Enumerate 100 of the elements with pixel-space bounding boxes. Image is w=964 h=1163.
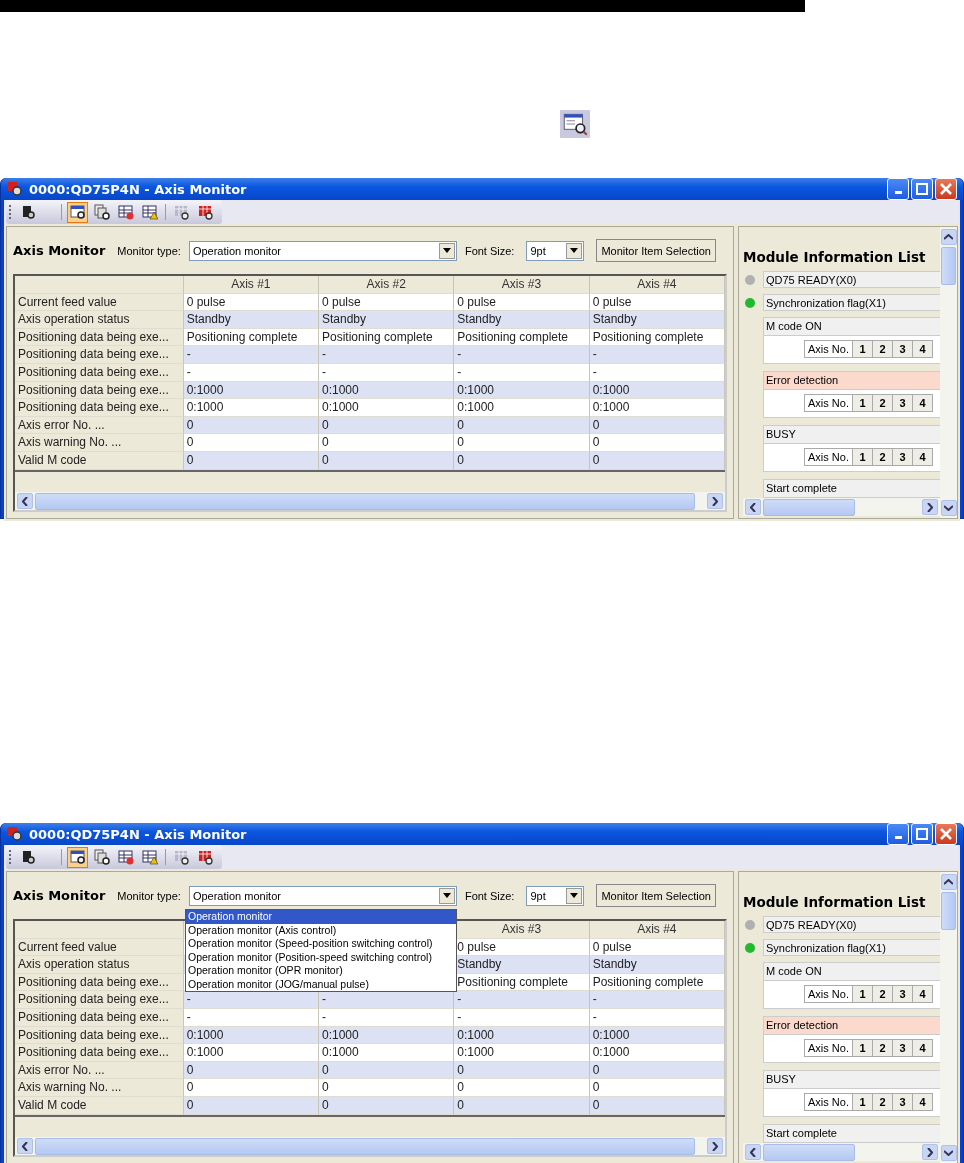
monitor-type-dropdown[interactable]: Operation monitor [188, 885, 457, 906]
minimize-button[interactable] [887, 823, 909, 845]
group-title: Error detection [764, 1017, 940, 1035]
column-header: Axis #2 [319, 276, 455, 294]
table-cell: 0:1000 [589, 1044, 725, 1062]
axis-indicator: 3 [892, 448, 913, 466]
table-cell: - [183, 346, 319, 364]
close-icon [940, 183, 952, 195]
close-button[interactable] [935, 178, 957, 200]
table-cell: 0 [183, 1079, 319, 1097]
axis-indicator: 1 [852, 1039, 873, 1057]
table-warning-icon [141, 849, 158, 865]
table-cell: 0:1000 [319, 1044, 455, 1062]
axis-indicator: 4 [912, 1039, 933, 1057]
group-title: M code ON [764, 963, 940, 981]
monitor-item-selection-button[interactable]: Monitor Item Selection [596, 239, 716, 262]
dropdown-option[interactable]: Operation monitor (OPR monitor) [186, 964, 456, 978]
dropdown-option[interactable]: Operation monitor (Speed-position switching control) [186, 937, 456, 951]
table-warning-icon [141, 204, 158, 220]
app-icon [7, 826, 23, 842]
table-cell: Standby [454, 956, 590, 974]
group-title: M code ON [764, 318, 940, 336]
grid-search-icon [197, 204, 214, 220]
table-cell: 0 [589, 434, 725, 452]
font-size-dropdown[interactable]: 9pt [526, 240, 585, 261]
pages-search-icon [93, 204, 110, 220]
axis-label: Axis No. [804, 394, 853, 412]
axis-label: Axis No. [804, 340, 853, 358]
close-icon [940, 828, 952, 840]
axis-indicator: 1 [852, 340, 873, 358]
monitor-type-label: Monitor type: [117, 889, 181, 902]
dropdown-option[interactable]: Operation monitor (Axis control) [186, 923, 456, 937]
monitor-type-dropdown[interactable]: Operation monitor [188, 240, 457, 261]
axis-indicator: 3 [892, 394, 913, 412]
horizontal-scrollbar[interactable] [743, 498, 940, 516]
axis-indicator: 3 [892, 1093, 913, 1111]
axis-indicator: 1 [852, 985, 873, 1003]
table-cell: 0:1000 [183, 1044, 319, 1062]
horizontal-scrollbar[interactable] [743, 1143, 940, 1161]
device-search-icon [20, 204, 36, 220]
flag-label: Synchronization flag(X1) [763, 294, 940, 311]
column-header: Axis #3 [454, 276, 590, 294]
maximize-button[interactable] [911, 823, 933, 845]
table-search-icon [69, 204, 86, 220]
toolbar-button[interactable] [91, 201, 112, 223]
vertical-scrollbar[interactable] [940, 227, 957, 518]
table-search-icon [69, 849, 86, 865]
flag-label: QD75 READY(X0) [763, 916, 940, 933]
scrollbar-thumb[interactable] [941, 892, 956, 930]
table-cell: 0 [589, 1079, 725, 1097]
font-size-label: Font Size: [464, 889, 515, 902]
close-button[interactable] [935, 823, 957, 845]
dropdown-option[interactable]: Operation monitor [186, 910, 456, 924]
table-cell: Standby [319, 311, 455, 329]
table-cell: Standby [183, 311, 319, 329]
grid-search-icon [173, 849, 190, 865]
toolbar-button[interactable] [91, 846, 112, 868]
table-cell: 0:1000 [454, 399, 590, 417]
table-error-icon [117, 204, 134, 220]
table-search-icon [560, 110, 590, 138]
horizontal-scrollbar[interactable] [15, 492, 725, 510]
row-header: Positioning data being exe... [15, 991, 184, 1009]
table-cell: 0 [454, 434, 590, 452]
minimize-button[interactable] [887, 178, 909, 200]
group-title: Start complete [764, 480, 940, 498]
axis-indicator: 3 [892, 340, 913, 358]
font-size-dropdown[interactable]: 9pt [526, 885, 585, 906]
scrollbar-thumb[interactable] [941, 247, 956, 285]
group-title: BUSY [764, 426, 940, 444]
horizontal-scrollbar[interactable] [15, 1137, 725, 1155]
dropdown-option[interactable]: Operation monitor (JOG/manual pulse) [186, 977, 456, 991]
axis-label: Axis No. [804, 985, 853, 1003]
monitor-item-selection-button[interactable]: Monitor Item Selection [596, 884, 716, 907]
row-header: Axis operation status [15, 311, 184, 329]
axis-indicator: 1 [852, 1093, 873, 1111]
axis-indicator: 3 [892, 1039, 913, 1057]
dropdown-option[interactable]: Operation monitor (Position-speed switching control) [186, 950, 456, 964]
axis-indicator: 1 [852, 448, 873, 466]
maximize-button[interactable] [911, 178, 933, 200]
table-error-icon [117, 849, 134, 865]
vertical-scrollbar[interactable] [940, 872, 957, 1163]
toolbar-button[interactable] [67, 846, 88, 868]
axis-indicator: 2 [872, 448, 893, 466]
table-cell: - [454, 346, 590, 364]
table-cell: - [589, 991, 725, 1009]
row-header: Axis operation status [15, 956, 184, 974]
panel-title: Module Information List [743, 249, 927, 265]
monitor-type-label: Monitor type: [117, 244, 181, 257]
column-header: Axis #3 [454, 921, 590, 939]
table-cell: 0 [319, 1079, 455, 1097]
row-header: Positioning data being exe... [15, 399, 184, 417]
axis-label: Axis No. [804, 1039, 853, 1057]
toolbar-button[interactable] [67, 201, 88, 223]
table-cell: 0:1000 [589, 399, 725, 417]
row-header: Positioning data being exe... [15, 346, 184, 364]
column-header: Axis #4 [589, 276, 725, 294]
table-cell: - [319, 346, 455, 364]
pages-search-icon [93, 849, 110, 865]
axis-indicator: 2 [872, 1039, 893, 1057]
axis-indicator: 4 [912, 1093, 933, 1111]
